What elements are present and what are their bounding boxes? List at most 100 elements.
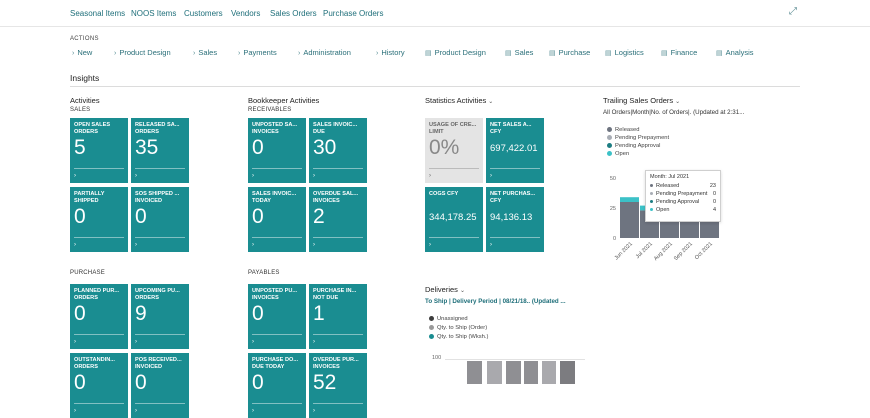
document-icon: ▤ xyxy=(716,50,723,57)
tile-sales-invoices-due[interactable]: SALES INVOIC... DUE 30 › xyxy=(309,118,367,183)
legend-open: Open xyxy=(607,151,629,157)
nav-purchase-orders[interactable]: Purchase Orders xyxy=(323,9,383,18)
action-payments[interactable]: › Payments xyxy=(238,48,277,57)
tooltip-row-pending-prepayment: Pending Prepayment 0 xyxy=(650,191,716,199)
trailing-sales-subtitle[interactable]: All Orders|Month|No. of Orders|. (Update… xyxy=(603,109,744,116)
action-product-design-report[interactable]: ▤ Product Design xyxy=(425,48,486,57)
action-history[interactable]: › History xyxy=(376,48,405,57)
document-icon: ▤ xyxy=(505,50,512,57)
chevron-right-icon: › xyxy=(490,173,492,179)
chevron-right-icon: › xyxy=(238,50,241,57)
tile-usage-of-credit-limit[interactable]: USAGE OF CRE... LIMIT 0% › xyxy=(425,118,483,183)
tile-pos-received-invoiced[interactable]: POS RECEIVED... INVOICED 0 › xyxy=(131,353,189,418)
chevron-down-icon: ⌄ xyxy=(459,288,465,294)
chevron-right-icon: › xyxy=(429,173,431,179)
tooltip-row-released: Released 23 xyxy=(650,183,716,191)
action-product-design[interactable]: › Product Design xyxy=(114,48,171,57)
nav-sales-orders[interactable]: Sales Orders xyxy=(270,9,317,18)
legend-dot-icon xyxy=(429,316,434,321)
bookkeeper-title: Bookkeeper Activities xyxy=(248,96,320,105)
chevron-right-icon: › xyxy=(74,173,76,179)
action-finance-report[interactable]: ▤ Finance xyxy=(661,48,697,57)
bar-segment-open[interactable] xyxy=(620,197,639,202)
tile-outstanding-orders[interactable]: OUTSTANDIN... ORDERS 0 › xyxy=(70,353,128,418)
chevron-right-icon: › xyxy=(135,173,137,179)
document-icon: ▤ xyxy=(661,50,668,57)
chevron-right-icon: › xyxy=(252,408,254,414)
nav-seasonal-items[interactable]: Seasonal Items xyxy=(70,9,125,18)
deliveries-bar xyxy=(524,361,538,384)
legend-dot-icon xyxy=(607,151,612,156)
legend-qty-to-ship-wksh: Qty. to Ship (Wksh.) xyxy=(429,334,488,340)
chevron-right-icon: › xyxy=(298,50,301,57)
deliveries-subtitle[interactable]: To Ship | Delivery Period | 08/21/18.. (… xyxy=(425,298,566,305)
tile-upcoming-purchase-orders[interactable]: UPCOMING PU... ORDERS 9 › xyxy=(131,284,189,349)
tile-overdue-sales-invoices[interactable]: OVERDUE SAL... INVOICES 2 › xyxy=(309,187,367,252)
chevron-right-icon: › xyxy=(135,242,137,248)
tile-partially-shipped[interactable]: PARTIALLY SHIPPED 0 › xyxy=(70,187,128,252)
sales-label: SALES xyxy=(70,107,91,113)
x-tick-label: Jun 2021 xyxy=(614,241,634,261)
deliveries-bar xyxy=(487,361,502,384)
bar-segment-released[interactable] xyxy=(620,202,639,238)
chevron-right-icon: › xyxy=(313,242,315,248)
trailing-sales-title[interactable]: Trailing Sales Orders ⌄ xyxy=(603,96,680,105)
deliveries-bar xyxy=(542,361,556,384)
legend-pending-prepayment: Pending Prepayment xyxy=(607,135,669,141)
expand-icon[interactable]: ⤢ xyxy=(789,6,797,17)
action-analysis-report[interactable]: ▤ Analysis xyxy=(716,48,754,57)
payables-label: PAYABLES xyxy=(248,270,280,276)
deliveries-bar xyxy=(506,361,521,384)
y-tick-label: 0 xyxy=(613,236,616,242)
chevron-right-icon: › xyxy=(74,408,76,414)
x-tick-label: Oct 2021 xyxy=(694,241,714,261)
tile-overdue-purchase-invoices[interactable]: OVERDUE PUR... INVOICES 52 › xyxy=(309,353,367,418)
action-sales[interactable]: › Sales xyxy=(193,48,217,57)
legend-released: Released xyxy=(607,127,640,133)
chevron-right-icon: › xyxy=(313,173,315,179)
tile-open-sales-orders[interactable]: OPEN SALES ORDERS 5 › xyxy=(70,118,128,183)
tile-purchase-invoices-not-due[interactable]: PURCHASE IN... NOT DUE 1 › xyxy=(309,284,367,349)
x-tick-label: Jul 2021 xyxy=(635,241,654,260)
tile-unposted-purchase-invoices[interactable]: UNPOSTED PU... INVOICES 0 › xyxy=(248,284,306,349)
chart-tooltip: Month: Jul 2021 Released 23 Pending Prepa… xyxy=(645,170,721,222)
nav-vendors[interactable]: Vendors xyxy=(231,9,260,18)
tooltip-row-open: Open 4 xyxy=(650,207,716,215)
tile-unposted-sales-invoices[interactable]: UNPOSTED SA... INVOICES 0 › xyxy=(248,118,306,183)
tile-net-purchases-cfy[interactable]: NET PURCHAS... CFY 94,136.13 › xyxy=(486,187,544,252)
tile-net-sales-cfy[interactable]: NET SALES A... CFY 697,422.01 › xyxy=(486,118,544,183)
document-icon: ▤ xyxy=(425,50,432,57)
document-icon: ▤ xyxy=(549,50,556,57)
nav-customers[interactable]: Customers xyxy=(184,9,223,18)
tile-purchase-documents-due-today[interactable]: PURCHASE DO... DUE TODAY 0 › xyxy=(248,353,306,418)
legend-qty-to-ship-order: Qty. to Ship (Order) xyxy=(429,325,487,331)
action-sales-report[interactable]: ▤ Sales xyxy=(505,48,533,57)
tile-planned-purchase-orders[interactable]: PLANNED PUR... ORDERS 0 › xyxy=(70,284,128,349)
tooltip-header: Month: Jul 2021 xyxy=(650,174,690,180)
chevron-right-icon: › xyxy=(313,339,315,345)
x-tick-label: Sep 2021 xyxy=(673,241,694,262)
tooltip-row-pending-approval: Pending Approval 0 xyxy=(650,199,716,207)
deliveries-title[interactable]: Deliveries ⌄ xyxy=(425,285,465,294)
action-administration[interactable]: › Administration xyxy=(298,48,351,57)
tile-sales-invoices-today[interactable]: SALES INVOIC... TODAY 0 › xyxy=(248,187,306,252)
x-tick-label: Aug 2021 xyxy=(653,241,674,262)
legend-dot-icon xyxy=(607,143,612,148)
nav-noos-items[interactable]: NOOS Items xyxy=(131,9,176,18)
statistics-title[interactable]: Statistics Activities ⌄ xyxy=(425,96,493,105)
tile-released-sales-orders[interactable]: RELEASED SA... ORDERS 35 › xyxy=(131,118,189,183)
insights-title: Insights xyxy=(70,73,100,83)
y-tick-label: 25 xyxy=(610,206,616,212)
tile-cogs-cfy[interactable]: COGS CFY 344,178.25 › xyxy=(425,187,483,252)
activities-title: Activities xyxy=(70,96,100,105)
chevron-right-icon: › xyxy=(135,408,137,414)
action-logistics-report[interactable]: ▤ Logistics xyxy=(605,48,644,57)
action-new[interactable]: › New xyxy=(72,48,92,57)
tile-sos-shipped-invoiced[interactable]: SOS SHIPPED ... INVOICED 0 › xyxy=(131,187,189,252)
action-purchase-report[interactable]: ▤ Purchase xyxy=(549,48,590,57)
top-navigation: Seasonal Items NOOS Items Customers Vend… xyxy=(0,0,870,27)
legend-dot-icon xyxy=(607,135,612,140)
legend-unassigned: Unassigned xyxy=(429,316,468,322)
y-tick-label: 50 xyxy=(610,176,616,182)
insights-divider xyxy=(70,86,800,87)
